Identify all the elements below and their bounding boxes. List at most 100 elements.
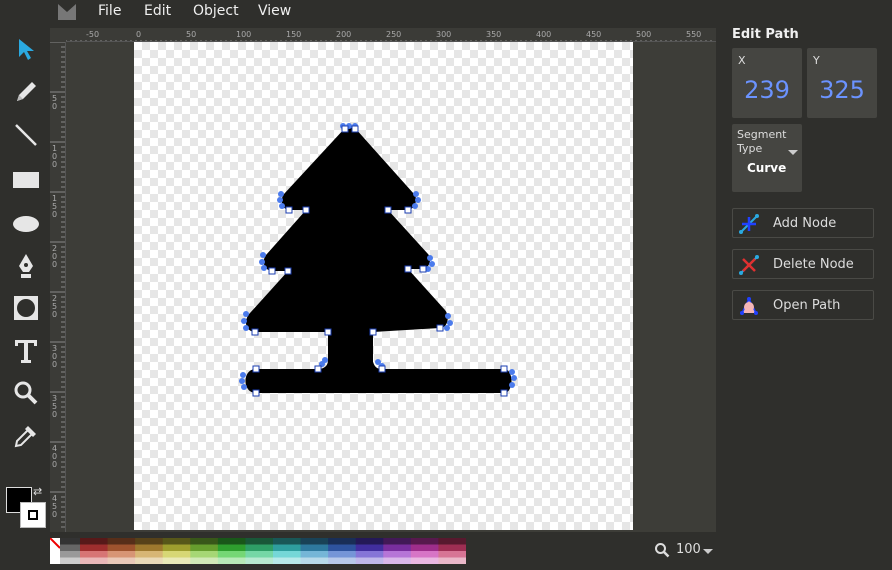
path-control-handle[interactable] [279,203,285,209]
path-node[interactable] [419,265,427,273]
palette-swatch[interactable] [273,557,302,565]
app-logo-icon[interactable] [58,4,76,20]
palette-swatch[interactable] [245,544,274,552]
palette-swatch[interactable] [135,544,164,552]
path-node[interactable] [384,206,392,214]
path-node[interactable] [251,328,259,336]
path-control-handle[interactable] [260,252,266,258]
tool-line[interactable] [9,118,43,152]
palette-swatch[interactable] [438,538,466,545]
path-node[interactable] [252,365,260,373]
palette-swatch[interactable] [135,557,164,565]
palette-swatch[interactable] [80,538,109,545]
x-value[interactable]: 239 [732,76,802,104]
path-node[interactable] [314,365,322,373]
open-path-button[interactable]: Open Path [732,290,874,320]
palette-swatch[interactable] [162,538,191,545]
path-node[interactable] [369,328,377,336]
path-node[interactable] [436,324,444,332]
menu-file[interactable]: File [98,3,121,19]
tool-path[interactable] [9,249,43,283]
path-control-handle[interactable] [509,382,515,388]
palette-swatch[interactable] [300,544,329,552]
path-control-handle[interactable] [427,255,433,261]
palette-swatch[interactable] [328,538,357,545]
path-control-handle[interactable] [511,375,517,381]
tool-shape-library[interactable] [9,291,43,325]
y-coordinate-box[interactable]: Y 325 [807,48,877,118]
palette-swatch[interactable] [217,557,246,565]
palette-swatch[interactable] [80,557,109,565]
palette-swatch[interactable] [383,551,412,558]
path-control-handle[interactable] [239,378,245,384]
palette-swatch[interactable] [410,538,439,545]
palette-swatch[interactable] [135,538,164,545]
palette-swatch[interactable] [217,544,246,552]
path-node[interactable] [351,125,359,133]
tool-rectangle[interactable] [9,163,43,197]
menu-object[interactable]: Object [193,3,239,19]
palette-swatch[interactable] [355,551,384,558]
palette-swatch[interactable] [383,538,412,545]
add-node-button[interactable]: Add Node [732,208,874,238]
path-node[interactable] [341,125,349,133]
palette-swatch[interactable] [273,544,302,552]
chevron-down-icon[interactable] [703,549,713,554]
path-control-handle[interactable] [444,325,450,331]
palette-swatch[interactable] [60,557,80,565]
x-coordinate-box[interactable]: X 239 [732,48,802,118]
palette-swatch[interactable] [107,551,136,558]
zoom-value[interactable]: 100 [676,542,701,557]
path-control-handle[interactable] [445,313,451,319]
palette-swatch[interactable] [245,551,274,558]
palette-swatch[interactable] [383,544,412,552]
palette-swatch[interactable] [410,557,439,565]
palette-swatch[interactable] [300,557,329,565]
segment-type-select[interactable]: Segment Type Curve [732,124,802,192]
workspace[interactable] [66,42,716,532]
palette-swatch[interactable] [107,544,136,552]
path-control-handle[interactable] [261,265,267,271]
stroke-color-swatch[interactable] [20,502,46,528]
palette-swatch[interactable] [190,557,219,565]
tool-select[interactable] [9,32,43,66]
path-control-handle[interactable] [241,318,247,324]
path-node[interactable] [285,206,293,214]
path-node[interactable] [252,389,260,397]
palette-swatch[interactable] [273,551,302,558]
path-node[interactable] [268,267,276,275]
path-control-handle[interactable] [413,191,419,197]
palette-swatch[interactable] [410,544,439,552]
palette-swatch[interactable] [80,551,109,558]
tree-path[interactable] [245,126,512,394]
palette-swatch[interactable] [60,551,80,558]
palette-swatch[interactable] [217,551,246,558]
palette-swatch[interactable] [245,538,274,545]
menu-edit[interactable]: Edit [144,3,171,19]
path-control-handle[interactable] [277,197,283,203]
path-control-handle[interactable] [415,197,421,203]
path-node[interactable] [404,265,412,273]
palette-swatch[interactable] [107,557,136,565]
path-node[interactable] [404,206,412,214]
y-value[interactable]: 325 [807,76,877,104]
delete-node-button[interactable]: Delete Node [732,249,874,279]
drawing-layer[interactable] [66,42,716,532]
path-control-handle[interactable] [278,191,284,197]
palette-swatch[interactable] [328,544,357,552]
palette-swatch[interactable] [328,557,357,565]
tool-eyedropper[interactable] [9,419,43,453]
palette-swatch[interactable] [300,551,329,558]
palette-swatch[interactable] [107,538,136,545]
path-control-handle[interactable] [509,369,515,375]
menu-view[interactable]: View [258,3,291,19]
tool-text[interactable] [9,334,43,368]
path-control-handle[interactable] [241,384,247,390]
palette-swatch[interactable] [80,544,109,552]
palette-swatch[interactable] [217,538,246,545]
palette-swatch[interactable] [162,557,191,565]
palette-swatch[interactable] [300,538,329,545]
palette-swatch[interactable] [355,544,384,552]
color-palette[interactable] [50,538,466,564]
palette-swatch[interactable] [438,544,466,552]
